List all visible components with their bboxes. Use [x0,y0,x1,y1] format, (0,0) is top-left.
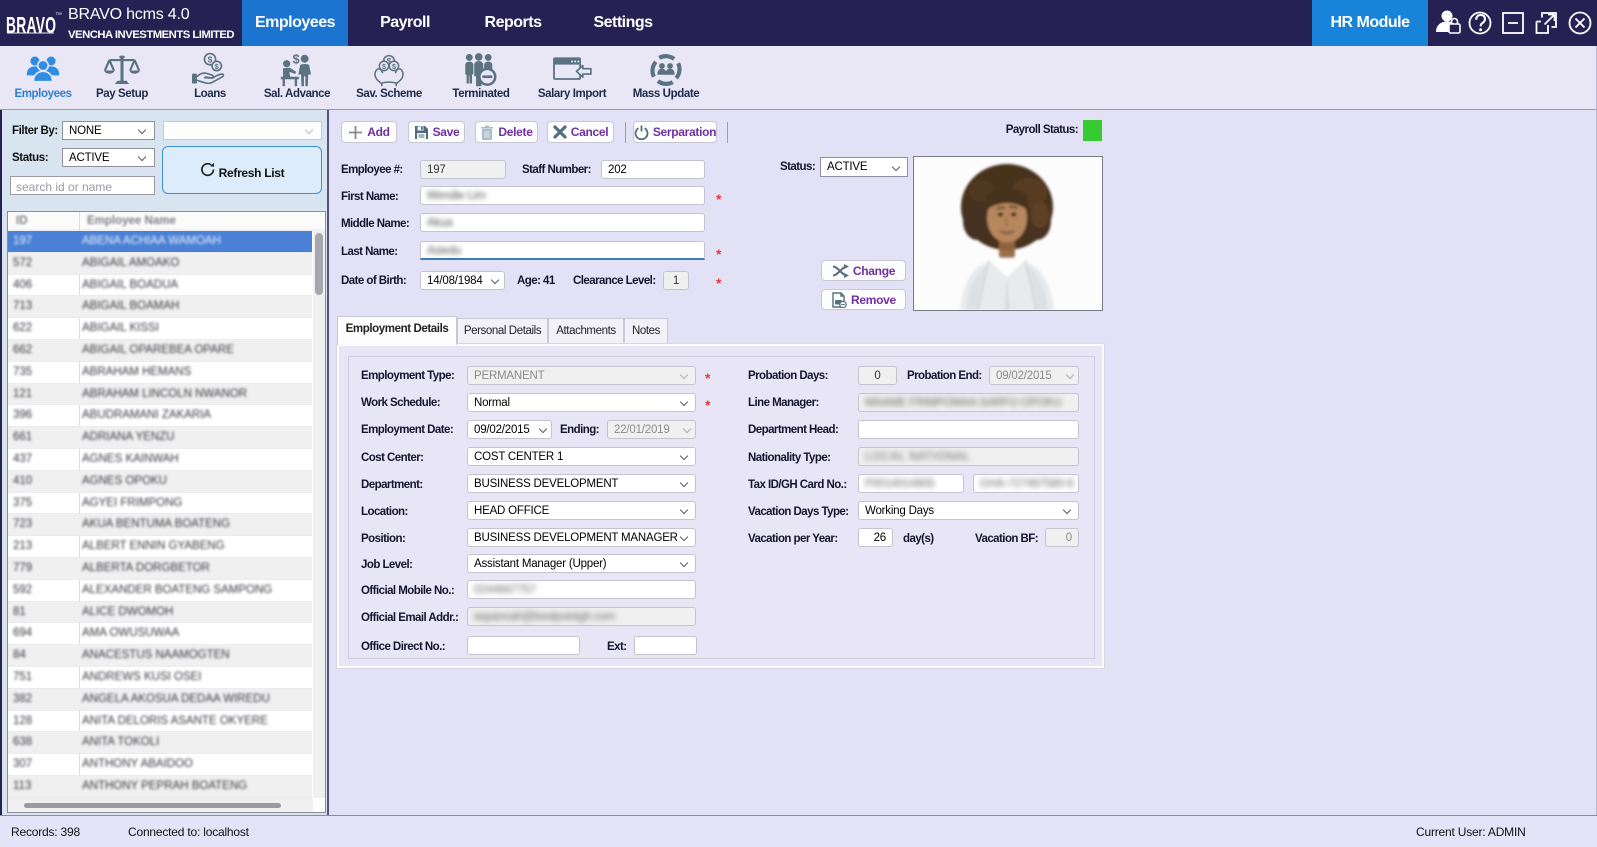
svg-text:$: $ [208,54,213,64]
svg-text:$: $ [392,62,396,71]
svg-text:$: $ [293,53,300,67]
svg-text:$: $ [382,62,386,71]
svg-text:$: $ [215,62,219,71]
svg-text:$: $ [387,57,392,66]
